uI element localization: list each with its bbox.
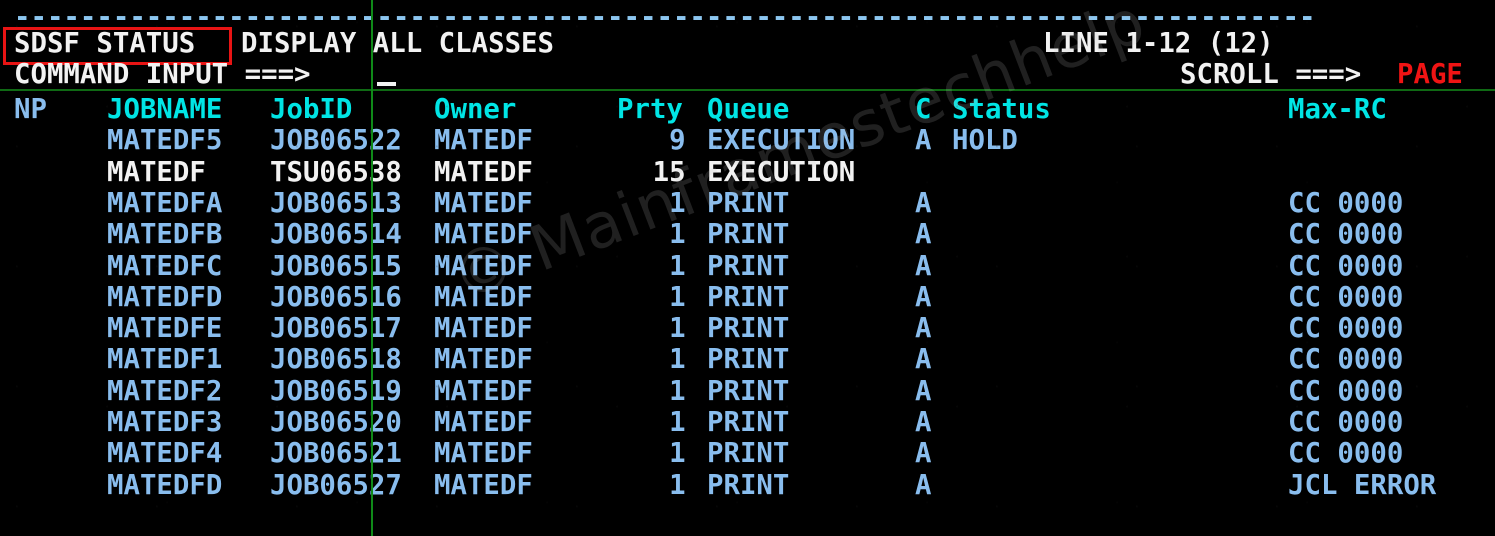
- column-header-owner[interactable]: Owner: [434, 93, 516, 125]
- column-header-status[interactable]: Status: [952, 93, 1051, 125]
- command-cursor: [377, 82, 396, 86]
- panel-subtitle: DISPLAY ALL CLASSES: [241, 27, 555, 59]
- scroll-amount-value[interactable]: PAGE: [1397, 58, 1463, 90]
- cell-maxrc: CC 0000: [1288, 312, 1404, 345]
- cell-queue: PRINT: [707, 437, 790, 470]
- cell-class: A: [915, 406, 932, 438]
- column-header-c[interactable]: C: [915, 93, 931, 125]
- cell-prty: 1: [669, 280, 686, 313]
- cell-queue: PRINT: [707, 249, 790, 282]
- cell-class: A: [915, 374, 932, 407]
- cell-class: A: [915, 186, 932, 219]
- command-input-label: COMMAND INPUT ===>: [14, 58, 311, 90]
- cell-class: A: [915, 218, 932, 251]
- cell-class: A: [915, 343, 932, 376]
- cell-class: A: [915, 280, 932, 313]
- cell-maxrc: CC 0000: [1288, 343, 1404, 376]
- column-header-np[interactable]: NP: [14, 93, 47, 125]
- cell-prty: 1: [669, 468, 686, 501]
- cell-class: A: [915, 437, 932, 470]
- cell-prty: 1: [669, 343, 686, 376]
- cell-maxrc: JCL ERROR: [1288, 468, 1437, 501]
- cell-maxrc: CC 0000: [1288, 280, 1404, 313]
- cell-queue: PRINT: [707, 218, 790, 251]
- cell-queue: PRINT: [707, 374, 790, 407]
- cell-queue: PRINT: [707, 312, 790, 345]
- cell-maxrc: CC 0000: [1288, 406, 1404, 438]
- cell-class: A: [915, 312, 932, 345]
- cell-maxrc: CC 0000: [1288, 218, 1404, 251]
- column-header-maxrc[interactable]: Max-RC: [1288, 93, 1387, 125]
- cell-queue: EXECUTION: [707, 155, 856, 188]
- cell-class: A: [915, 468, 932, 501]
- cell-queue: PRINT: [707, 280, 790, 313]
- column-header-jobname[interactable]: JOBNAME: [107, 93, 222, 125]
- cell-queue: PRINT: [707, 343, 790, 376]
- scroll-label: SCROLL ===>: [1180, 58, 1362, 90]
- cell-maxrc: CC 0000: [1288, 437, 1404, 470]
- cell-queue: PRINT: [707, 468, 790, 501]
- cell-prty: 15: [652, 155, 686, 188]
- column-header-jobid[interactable]: JobID: [270, 93, 352, 125]
- cell-prty: 1: [669, 437, 686, 470]
- cell-maxrc: CC 0000: [1288, 186, 1404, 219]
- cell-class: A: [915, 124, 932, 157]
- sdsf-terminal-screen: ----------------------------------------…: [0, 0, 1495, 536]
- cell-maxrc: CC 0000: [1288, 249, 1404, 282]
- cell-prty: 1: [669, 218, 686, 251]
- cell-queue: PRINT: [707, 186, 790, 219]
- cell-maxrc: CC 0000: [1288, 374, 1404, 407]
- cell-prty: 1: [669, 374, 686, 407]
- cell-queue: PRINT: [707, 406, 790, 438]
- column-header-prty[interactable]: Prty: [617, 93, 683, 125]
- cell-prty: 1: [669, 406, 686, 438]
- crosshair-vertical-line: [371, 0, 373, 536]
- cell-prty: 1: [669, 186, 686, 219]
- crosshair-horizontal-line: [0, 89, 1495, 91]
- cell-queue: EXECUTION: [707, 124, 856, 157]
- cell-status: HOLD: [952, 124, 1018, 157]
- page-title: SDSF STATUS: [14, 27, 196, 59]
- cell-prty: 1: [669, 249, 686, 282]
- line-indicator: LINE 1-12 (12): [1043, 27, 1274, 59]
- cell-class: A: [915, 249, 932, 282]
- cell-prty: 9: [669, 124, 686, 157]
- cell-prty: 1: [669, 312, 686, 345]
- column-header-queue[interactable]: Queue: [707, 93, 789, 125]
